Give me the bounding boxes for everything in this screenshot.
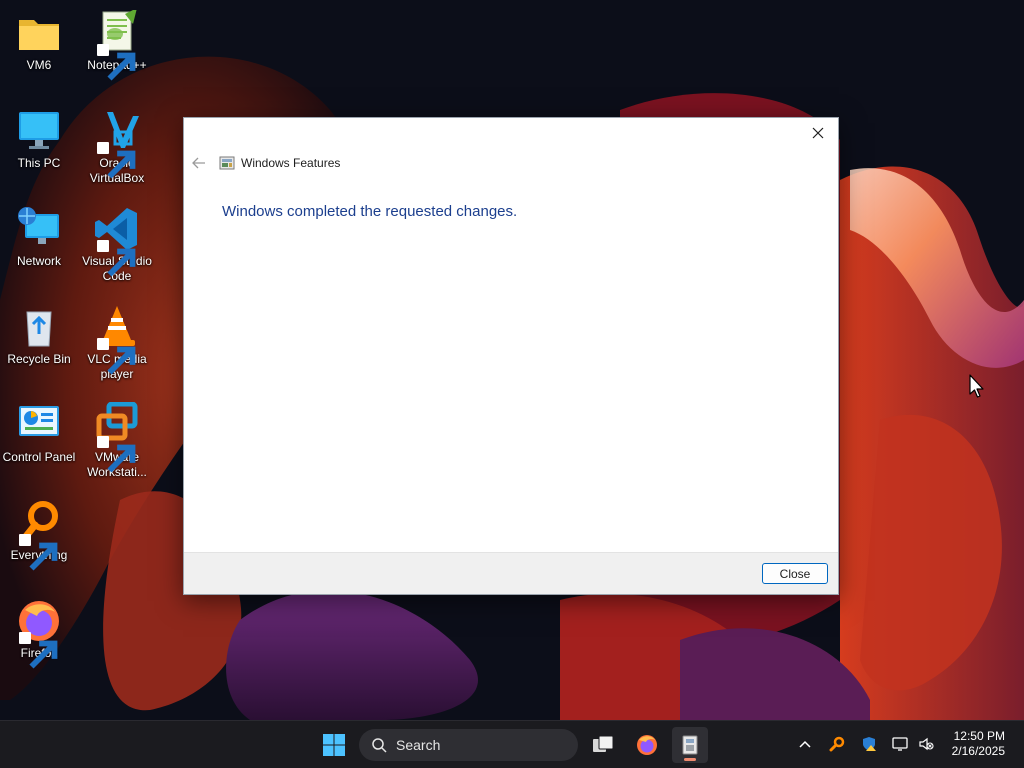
taskbar-search[interactable]: Search: [359, 729, 578, 761]
vlc-icon: [93, 304, 141, 375]
windows-logo-icon: [323, 734, 345, 756]
volume-muted-icon: [919, 737, 934, 751]
dialog-title: Windows Features: [241, 156, 341, 170]
network-monitor-icon: [892, 737, 908, 751]
recycle-bin-icon: [15, 304, 63, 350]
tray-network[interactable]: [889, 733, 911, 755]
firefox-icon: [637, 735, 657, 755]
taskbar: Search 12:50 PM 2/16/2025: [0, 720, 1024, 768]
search-icon: [372, 738, 387, 753]
desktop-icon-label: Recycle Bin: [7, 352, 71, 366]
mouse-cursor-icon: [969, 374, 984, 398]
shortcut-arrow-icon: [97, 240, 136, 277]
desktop-icon-vm6[interactable]: VM6: [0, 10, 78, 73]
close-icon[interactable]: [804, 120, 832, 146]
everything-search-icon: [829, 736, 845, 752]
firefox-icon: [15, 598, 63, 669]
desktop-icon-recycle-bin[interactable]: Recycle Bin: [0, 304, 78, 367]
notepad-plus-plus-icon: [93, 10, 141, 81]
active-app-indicator: [684, 758, 696, 761]
tray-everything[interactable]: [826, 733, 848, 755]
desktop-icon-this-pc[interactable]: This PC: [0, 108, 78, 171]
taskbar-windows-features[interactable]: [672, 727, 708, 763]
desktop-icon-network[interactable]: Network: [0, 206, 78, 269]
desktop-icon-vscode[interactable]: Visual Studio Code: [78, 206, 156, 284]
desktop-icon-control-panel[interactable]: Control Panel: [0, 402, 78, 465]
dialog-header: Windows Features: [190, 152, 340, 174]
tray-security[interactable]: [858, 733, 880, 755]
control-panel-icon: [15, 402, 63, 448]
chevron-up-icon: [799, 740, 811, 748]
shortcut-arrow-icon: [97, 44, 136, 81]
desktop-icon-label: VM6: [26, 58, 52, 72]
security-warning-icon: [863, 737, 876, 751]
vscode-icon: [93, 206, 141, 277]
status-message: Windows completed the requested changes.: [222, 203, 518, 220]
desktop-icon-everything[interactable]: Everything: [0, 500, 78, 571]
windows-features-icon: [219, 155, 235, 171]
vmware-icon: [93, 402, 141, 473]
clock-date: 2/16/2025: [951, 744, 1005, 758]
desktop-icon-firefox[interactable]: Firefox: [0, 598, 78, 669]
task-view-button[interactable]: [585, 727, 621, 763]
shortcut-arrow-icon: [97, 338, 136, 375]
start-button[interactable]: [316, 727, 352, 763]
desktop-icon-vlc[interactable]: VLC media player: [78, 304, 156, 382]
desktop-icon-notepad-plus-plus[interactable]: Notepad++: [78, 10, 156, 81]
desktop-icon-vmware[interactable]: VMware Workstati...: [78, 402, 156, 480]
close-button[interactable]: Close: [762, 563, 828, 584]
shortcut-arrow-icon: [19, 534, 58, 571]
folder-icon: [15, 10, 63, 56]
desktop-icon-label: Control Panel: [2, 450, 76, 464]
virtualbox-icon: [93, 108, 141, 179]
monitor-icon: [15, 108, 63, 154]
shortcut-arrow-icon: [97, 142, 136, 179]
windows-features-dialog: Windows Features Windows completed the r…: [183, 117, 839, 595]
search-label: Search: [396, 737, 441, 753]
tray-volume[interactable]: [915, 733, 937, 755]
shortcut-arrow-icon: [19, 632, 58, 669]
desktop-icon-label: Network: [16, 254, 61, 268]
desktop-icon-label: This PC: [17, 156, 61, 170]
show-hidden-icons-button[interactable]: [794, 733, 816, 755]
system-clock[interactable]: 12:50 PM 2/16/2025: [952, 729, 1005, 759]
everything-search-icon: [15, 500, 63, 571]
windows-features-icon: [682, 735, 698, 755]
dialog-footer: Close: [184, 552, 838, 594]
clock-time: 12:50 PM: [953, 729, 1005, 743]
taskbar-firefox[interactable]: [629, 727, 665, 763]
network-icon: [15, 206, 63, 252]
desktop-icon-oracle-virtualbox[interactable]: Oracle VirtualBox: [78, 108, 156, 186]
shortcut-arrow-icon: [97, 436, 136, 473]
task-view-icon: [593, 735, 614, 752]
back-arrow-icon[interactable]: [190, 154, 208, 172]
